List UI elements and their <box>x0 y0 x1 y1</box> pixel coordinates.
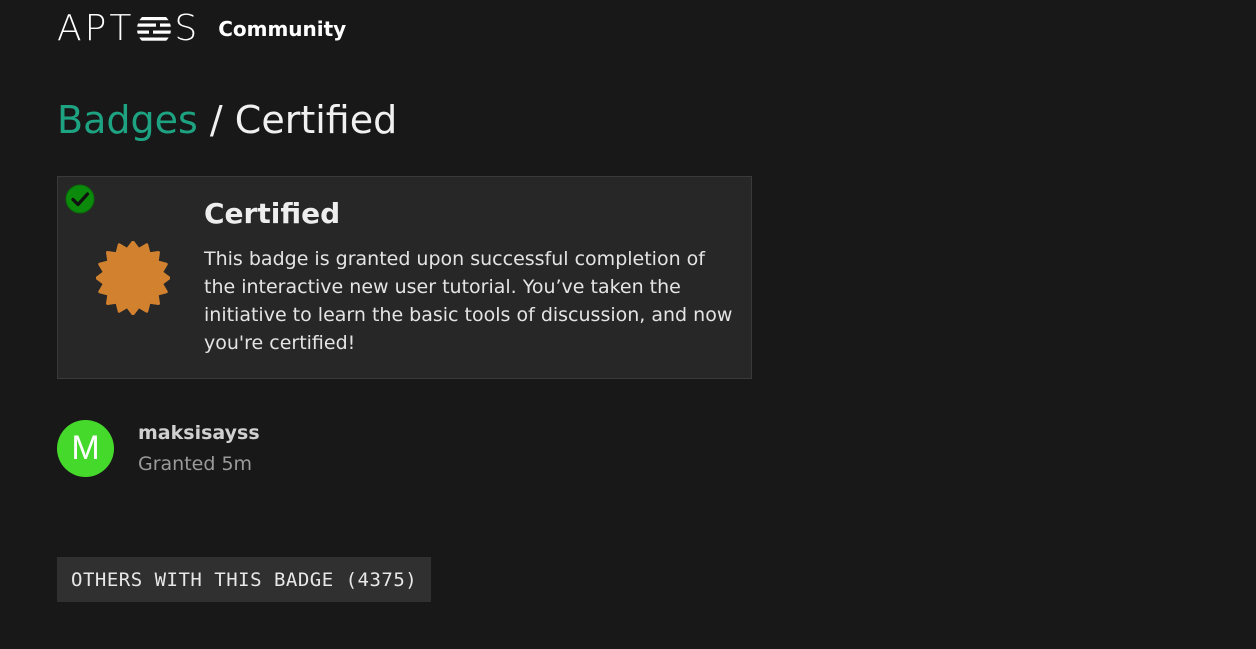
logo-prefix: APT <box>57 8 135 49</box>
site-header: APT S Community <box>57 8 346 50</box>
aptos-logo: APT S <box>57 10 200 48</box>
logo-suffix: S <box>174 8 201 49</box>
avatar[interactable]: M <box>57 420 114 477</box>
page-title: Badges / Certified <box>57 98 397 142</box>
aptos-o-logo-icon <box>137 17 172 41</box>
badge-name: Certified <box>204 197 341 230</box>
badge-grant: M maksisayss Granted 5m <box>57 420 260 477</box>
others-with-badge-heading: OTHERS WITH THIS BADGE (4375) <box>57 557 432 602</box>
page: APT S Community Badges / Certified Certi… <box>0 0 1256 649</box>
breadcrumb-badges-link[interactable]: Badges <box>57 98 198 142</box>
certificate-badge-icon <box>96 241 170 315</box>
check-circle-icon <box>65 184 95 214</box>
granted-time: Granted 5m <box>138 453 253 475</box>
username-link[interactable]: maksisayss <box>138 422 260 444</box>
grant-info: maksisayss Granted 5m <box>138 422 260 477</box>
breadcrumb-current: Certified <box>234 98 398 142</box>
breadcrumb-separator: / <box>209 98 223 142</box>
badge-description: This badge is granted upon successful co… <box>204 248 733 354</box>
badge-card: Certified This badge is granted upon suc… <box>57 176 752 379</box>
site-logo-link[interactable]: APT S Community <box>57 10 346 48</box>
community-label: Community <box>218 17 347 41</box>
